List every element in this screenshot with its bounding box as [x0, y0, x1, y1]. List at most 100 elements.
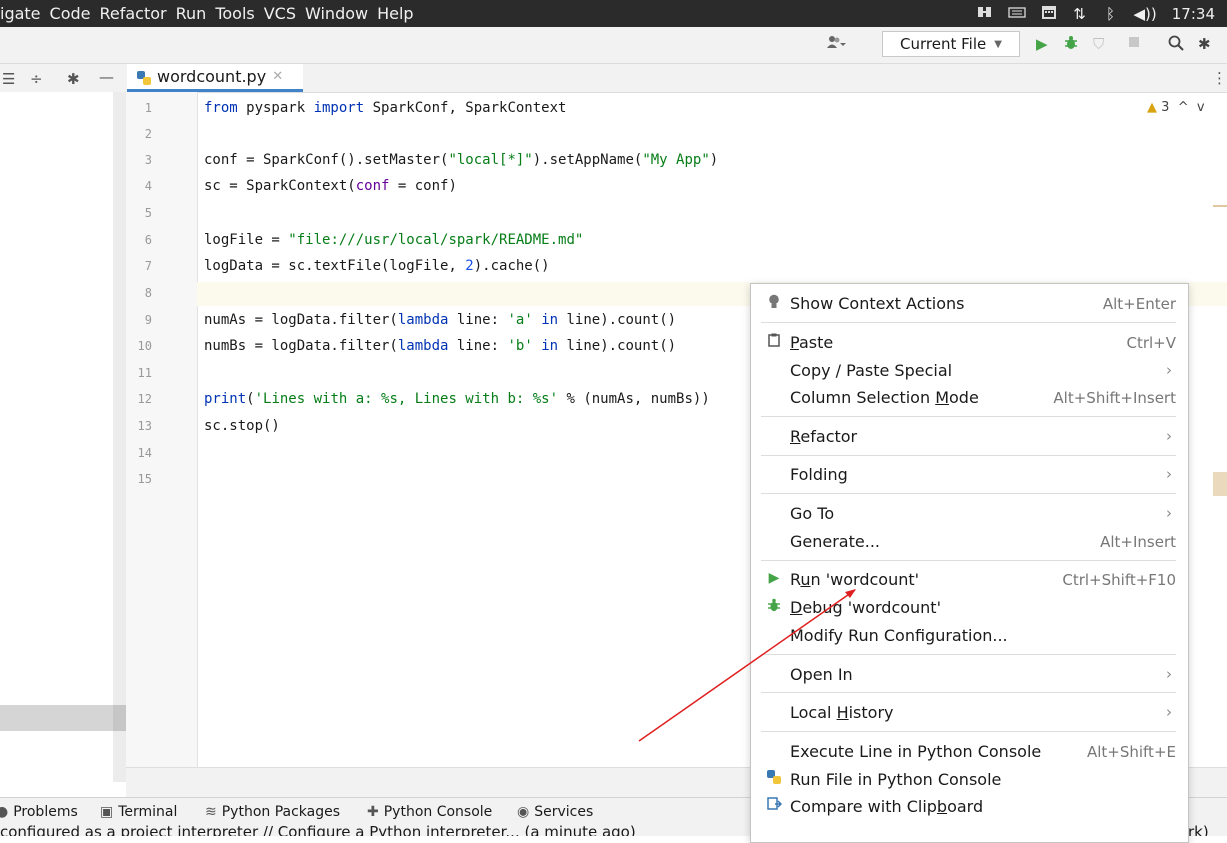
project-scrollbar-thumb[interactable]: [113, 705, 126, 731]
project-panel[interactable]: [0, 92, 113, 782]
code-line[interactable]: conf = SparkConf().setMaster("local[*]")…: [204, 147, 718, 173]
menu-item-shortcut: Alt+Enter: [1102, 295, 1176, 313]
menu-item-open-in[interactable]: Open In ›: [751, 660, 1188, 688]
tool-python-console[interactable]: ✚ Python Console: [367, 804, 492, 820]
menu-item-folding[interactable]: Folding ›: [751, 460, 1188, 488]
compare-icon: [765, 797, 783, 815]
code-line[interactable]: print('Lines with a: %s, Lines with b: %…: [204, 386, 710, 412]
chevron-right-icon: ›: [1166, 504, 1172, 522]
line-number: 13: [137, 419, 152, 433]
tool-terminal-label: Terminal: [118, 804, 178, 820]
debug-icon[interactable]: [1063, 35, 1079, 55]
warning-count: 3: [1161, 100, 1170, 115]
line-number: 2: [144, 127, 152, 141]
close-icon[interactable]: ✕: [272, 69, 283, 84]
menu-navigate[interactable]: igate: [0, 4, 41, 23]
tool-problems-label: Problems: [13, 804, 78, 820]
hide-icon[interactable]: —: [99, 68, 114, 86]
menu-item-execute-line-in-python-console[interactable]: Execute Line in Python Console Alt+Shift…: [751, 737, 1188, 765]
menu-refactor[interactable]: Refactor: [100, 4, 167, 23]
code-line[interactable]: from pyspark import SparkConf, SparkCont…: [204, 95, 566, 121]
inspections-widget[interactable]: ▲ 3 ^ v: [1147, 100, 1205, 115]
menu-item-compare-with-clipboard[interactable]: Compare with Clipboard: [751, 792, 1188, 820]
menu-code[interactable]: Code: [50, 4, 91, 23]
menu-vcs[interactable]: VCS: [264, 4, 296, 23]
menu-item-shortcut: Alt+Shift+Insert: [1053, 389, 1176, 407]
status-message[interactable]: configured as a project interpreter // C…: [0, 825, 636, 836]
menu-item-label: Compare with Clipboard: [790, 797, 984, 816]
run-icon[interactable]: ▶: [1036, 35, 1048, 53]
menu-item-show-context-actions[interactable]: Show Context Actions Alt+Enter: [751, 289, 1188, 317]
menu-item-debug[interactable]: Debug 'wordcount': [751, 593, 1188, 621]
clock[interactable]: 17:34: [1172, 5, 1215, 23]
menu-item-modify-run-configuration[interactable]: Modify Run Configuration...: [751, 621, 1188, 649]
menu-separator: [761, 455, 1176, 456]
project-scrollbar[interactable]: [113, 92, 126, 782]
menu-help[interactable]: Help: [377, 4, 413, 23]
code-line[interactable]: numBs = logData.filter(lambda line: 'b' …: [204, 333, 676, 359]
layers-icon: ≋: [205, 804, 217, 820]
menu-item-label: Execute Line in Python Console: [790, 742, 1042, 761]
menu-item-shortcut: Ctrl+V: [1126, 334, 1176, 352]
volume-icon[interactable]: ◀)): [1134, 5, 1157, 23]
expand-all-icon[interactable]: ☰: [2, 70, 15, 88]
bluetooth-icon[interactable]: ᛒ: [1103, 5, 1119, 23]
menu-item-label: Folding: [790, 465, 848, 484]
line-number: 14: [137, 446, 152, 460]
user-icon[interactable]: [826, 35, 848, 53]
menu-window[interactable]: Window: [305, 4, 368, 23]
editor-context-menu: Show Context Actions Alt+Enter Paste Ctr…: [750, 283, 1189, 843]
menu-item-label: Modify Run Configuration...: [790, 626, 1008, 645]
menu-item-label: Go To: [790, 504, 835, 523]
code-line[interactable]: sc.stop(): [204, 413, 280, 439]
menu-item-generate[interactable]: Generate... Alt+Insert: [751, 527, 1188, 555]
code-line[interactable]: logData = sc.textFile(logFile, 2).cache(…: [204, 253, 550, 279]
tool-services[interactable]: ◉ Services: [517, 804, 593, 820]
error-stripe-mark[interactable]: [1213, 472, 1227, 496]
code-line[interactable]: sc = SparkContext(conf = conf): [204, 173, 457, 199]
calendar-icon[interactable]: [1041, 4, 1057, 24]
menu-item-go-to[interactable]: Go To ›: [751, 499, 1188, 527]
input-method-icon[interactable]: [977, 5, 993, 23]
error-stripe-mark[interactable]: [1213, 205, 1227, 207]
chevron-down-icon[interactable]: v: [1193, 100, 1205, 115]
line-number: 10: [137, 339, 152, 353]
menu-separator: [761, 692, 1176, 693]
menu-item-label: Run File in Python Console: [790, 770, 1002, 789]
menu-item-paste[interactable]: Paste Ctrl+V: [751, 328, 1188, 356]
menu-separator: [761, 322, 1176, 323]
menu-tools[interactable]: Tools: [215, 4, 254, 23]
tool-problems[interactable]: ● Problems: [0, 804, 78, 820]
menu-item-run[interactable]: ▶ Run 'wordcount' Ctrl+Shift+F10: [751, 565, 1188, 593]
menu-item-column-selection-mode[interactable]: Column Selection Mode Alt+Shift+Insert: [751, 383, 1188, 411]
menu-item-run-file-in-python-console[interactable]: Run File in Python Console: [751, 765, 1188, 793]
menu-item-refactor[interactable]: Refactor ›: [751, 422, 1188, 450]
menu-item-local-history[interactable]: Local History ›: [751, 698, 1188, 726]
chevron-up-icon[interactable]: ^: [1174, 100, 1189, 115]
menu-run[interactable]: Run: [176, 4, 207, 23]
menu-item-label: Generate...: [790, 532, 880, 551]
menu-item-label: Open In: [790, 665, 853, 684]
menu-item-label: Local History: [790, 703, 894, 722]
tool-terminal[interactable]: ▣ Terminal: [100, 804, 177, 820]
stop-icon[interactable]: [1127, 35, 1141, 53]
more-options-icon[interactable]: ⋮: [1212, 69, 1227, 87]
network-icon[interactable]: ⇅: [1072, 5, 1088, 23]
tool-python-console-label: Python Console: [383, 804, 493, 820]
coverage-icon[interactable]: ⛉: [1093, 35, 1104, 53]
tool-python-packages[interactable]: ≋ Python Packages: [205, 804, 340, 820]
project-selected-row[interactable]: [0, 705, 113, 731]
menu-item-copy-paste-special[interactable]: Copy / Paste Special ›: [751, 356, 1188, 384]
tab-wordcount-py[interactable]: wordcount.py ✕: [127, 64, 303, 92]
code-line[interactable]: logFile = "file:///usr/local/spark/READM…: [204, 227, 583, 253]
collapse-all-icon[interactable]: ÷: [30, 70, 43, 88]
code-line[interactable]: numAs = logData.filter(lambda line: 'a' …: [204, 307, 676, 333]
run-configuration-dropdown[interactable]: Current File ▼: [882, 31, 1020, 57]
line-number: 4: [144, 179, 152, 193]
line-number: 8: [144, 286, 152, 300]
search-icon[interactable]: [1168, 35, 1184, 55]
settings-gear-icon[interactable]: ✱: [1198, 35, 1211, 53]
keyboard-icon[interactable]: [1007, 5, 1026, 23]
status-right-text[interactable]: rk): [1188, 825, 1209, 836]
gear-icon[interactable]: ✱: [67, 70, 80, 88]
